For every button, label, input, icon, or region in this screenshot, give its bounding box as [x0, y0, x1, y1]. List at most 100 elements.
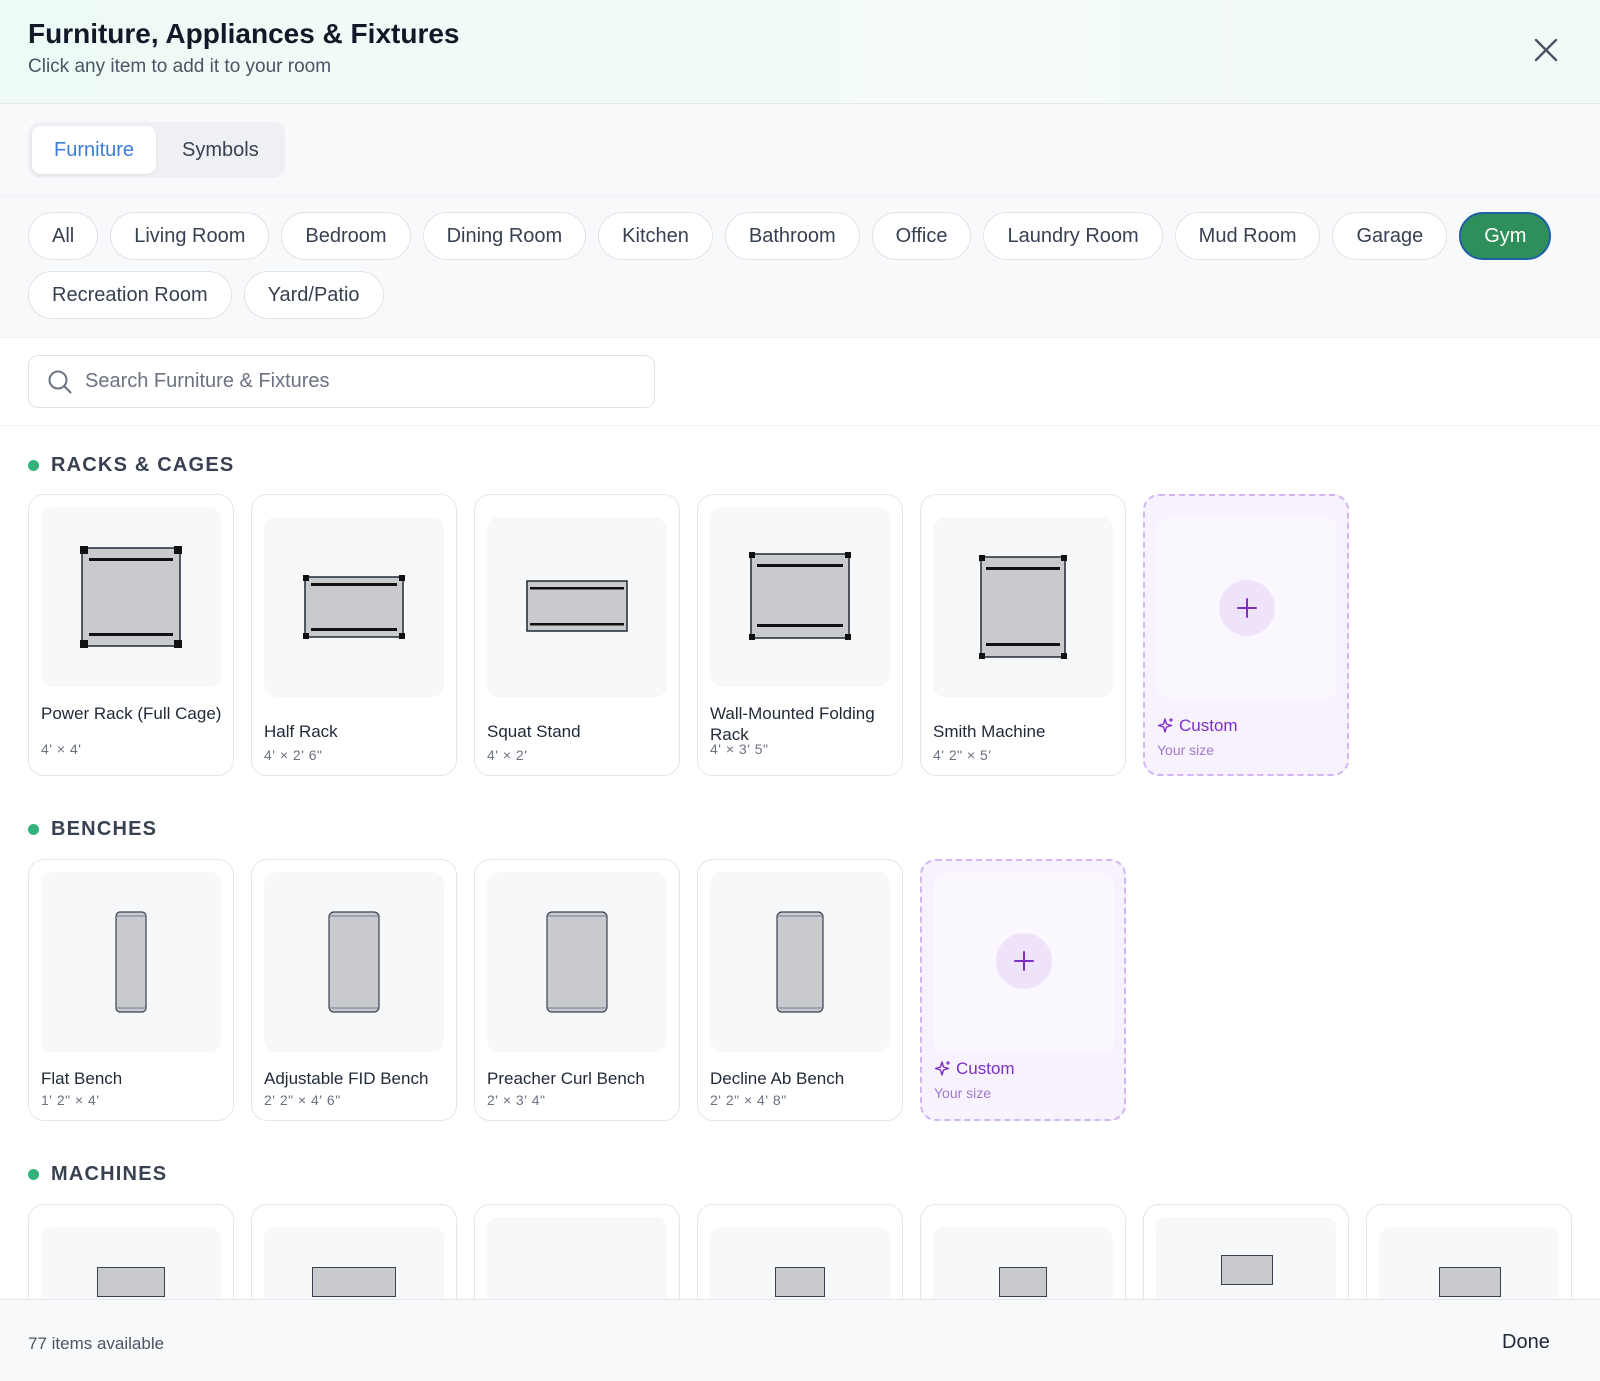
category-gym[interactable]: Gym [1459, 212, 1552, 260]
item-name: Squat Stand [487, 722, 581, 741]
item-card-wall-mounted-folding-rack[interactable]: Wall-Mounted Folding Rack 4' × 3' 5" [697, 494, 903, 776]
flat-bench-icon [115, 911, 147, 1013]
section-header-racks: RACKS & CAGES [28, 454, 234, 477]
item-thumbnail [264, 872, 444, 1052]
power-rack-icon [80, 546, 182, 648]
category-garage[interactable]: Garage [1332, 212, 1448, 260]
close-button[interactable] [1526, 30, 1566, 70]
item-dimensions: 4' × 2' [487, 747, 528, 763]
machine-card[interactable] [1366, 1204, 1572, 1299]
item-name: Flat Bench [41, 1069, 123, 1088]
item-thumbnail [41, 1227, 221, 1299]
decline-bench-icon [776, 911, 824, 1013]
item-thumbnail [710, 872, 890, 1052]
machine-card[interactable] [1143, 1204, 1349, 1299]
item-card-adjustable-fid-bench[interactable]: Adjustable FID Bench 2' 2" × 4' 6" [251, 859, 457, 1121]
machines-row [0, 1204, 1600, 1299]
machine-icon [312, 1267, 396, 1297]
machine-card[interactable] [697, 1204, 903, 1299]
item-dimensions: 2' 2" × 4' 6" [264, 1092, 341, 1108]
custom-item-card-benches[interactable]: Custom Your size [920, 859, 1126, 1121]
machine-card[interactable] [920, 1204, 1126, 1299]
folding-rack-icon [749, 552, 851, 640]
section-dot [28, 824, 39, 835]
smith-machine-icon [979, 555, 1067, 659]
machine-icon [775, 1267, 825, 1297]
item-thumbnail [710, 507, 890, 687]
item-thumbnail [487, 517, 667, 697]
section-label: MACHINES [51, 1163, 168, 1185]
machine-card[interactable] [28, 1204, 234, 1299]
item-thumbnail [487, 1217, 667, 1299]
section-dot [28, 460, 39, 471]
item-thumbnail [1157, 518, 1337, 698]
machine-icon [1221, 1255, 1273, 1285]
item-name: Power Rack (Full Cage) [41, 704, 222, 723]
category-laundry-room[interactable]: Laundry Room [983, 212, 1163, 260]
item-thumbnail [41, 507, 221, 687]
category-kitchen[interactable]: Kitchen [598, 212, 713, 260]
item-thumbnail [264, 517, 444, 697]
adjustable-bench-icon [328, 911, 380, 1013]
item-thumbnail [41, 872, 221, 1052]
custom-subtitle: Your size [934, 1085, 992, 1101]
preacher-bench-icon [546, 911, 608, 1013]
item-dimensions: 2' 2" × 4' 8" [710, 1092, 787, 1108]
machine-icon [999, 1267, 1047, 1297]
category-yard-patio[interactable]: Yard/Patio [243, 271, 384, 319]
category-bathroom[interactable]: Bathroom [724, 212, 860, 260]
item-dimensions: 4' × 4' [41, 741, 82, 757]
category-chips: All Living Room Bedroom Dining Room Kitc… [28, 212, 1568, 319]
tabs-bar: Furniture Symbols [0, 104, 1600, 196]
category-recreation-room[interactable]: Recreation Room [28, 271, 232, 319]
done-button[interactable]: Done [1488, 1322, 1564, 1362]
item-dimensions: 1' 2" × 4' [41, 1092, 100, 1108]
custom-subtitle: Your size [1157, 742, 1215, 758]
search-box [28, 355, 655, 408]
category-bedroom[interactable]: Bedroom [281, 212, 411, 260]
half-rack-icon [303, 575, 405, 639]
item-name: Wall-Mounted Folding Rack [710, 704, 875, 744]
item-dimensions: 4' × 3' 5" [710, 741, 769, 757]
machine-card[interactable] [251, 1204, 457, 1299]
custom-title: Custom [1179, 716, 1238, 735]
item-card-half-rack[interactable]: Half Rack 4' × 2' 6" [251, 494, 457, 776]
close-icon [1534, 38, 1558, 62]
section-dot [28, 1169, 39, 1180]
custom-item-card-racks[interactable]: Custom Your size [1143, 494, 1349, 776]
section-label: RACKS & CAGES [51, 454, 235, 476]
section-label: BENCHES [51, 818, 158, 840]
tab-furniture[interactable]: Furniture [32, 126, 157, 174]
tab-symbols[interactable]: Symbols [160, 126, 281, 174]
item-name: Smith Machine [933, 722, 1046, 741]
custom-label: Custom [934, 1059, 1015, 1079]
item-card-power-rack[interactable]: Power Rack (Full Cage) 4' × 4' [28, 494, 234, 776]
category-mud-room[interactable]: Mud Room [1174, 212, 1321, 260]
add-icon [996, 933, 1052, 989]
item-card-flat-bench[interactable]: Flat Bench 1' 2" × 4' [28, 859, 234, 1121]
item-thumbnail [933, 517, 1113, 697]
item-name: Decline Ab Bench [710, 1069, 845, 1088]
category-living-room[interactable]: Living Room [110, 212, 270, 260]
category-all[interactable]: All [28, 212, 99, 260]
sparkle-icon [1157, 717, 1174, 733]
item-thumbnail [1156, 1217, 1336, 1299]
item-card-preacher-curl-bench[interactable]: Preacher Curl Bench 2' × 3' 4" [474, 859, 680, 1121]
item-thumbnail [487, 872, 667, 1052]
category-office[interactable]: Office [871, 212, 972, 260]
category-dining-room[interactable]: Dining Room [422, 212, 587, 260]
machine-card[interactable] [474, 1204, 680, 1299]
items-count: 77 items available [28, 1334, 165, 1353]
item-card-squat-stand[interactable]: Squat Stand 4' × 2' [474, 494, 680, 776]
custom-label: Custom [1157, 716, 1238, 736]
item-name: Half Rack [264, 722, 338, 741]
item-card-smith-machine[interactable]: Smith Machine 4' 2" × 5' [920, 494, 1126, 776]
machine-icon [97, 1267, 165, 1297]
section-header-machines: MACHINES [28, 1163, 167, 1186]
custom-title: Custom [956, 1059, 1015, 1078]
dialog-subtitle: Click any item to add it to your room [28, 56, 332, 77]
search-input[interactable] [85, 357, 645, 406]
squat-stand-icon [526, 580, 628, 632]
item-card-decline-ab-bench[interactable]: Decline Ab Bench 2' 2" × 4' 8" [697, 859, 903, 1121]
view-tabs: Furniture Symbols [28, 122, 285, 178]
